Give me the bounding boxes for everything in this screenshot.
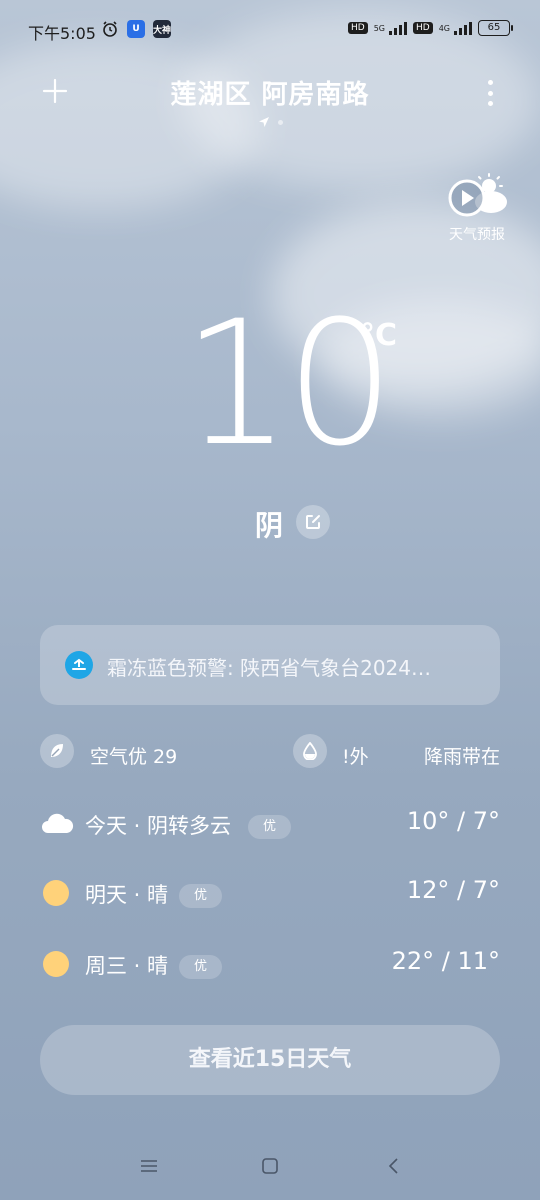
day-label: 明天 · 晴 [85, 883, 169, 907]
edit-icon [306, 515, 320, 529]
edit-condition-button[interactable] [296, 505, 330, 539]
back-icon [388, 1158, 398, 1174]
current-temperature: 10 [182, 283, 395, 484]
fifteen-day-forecast-button[interactable]: 查看近15日天气 [40, 1025, 500, 1095]
network-type-label: 4G [438, 23, 450, 33]
more-dot [487, 80, 493, 85]
network-type-label: 5G [373, 23, 385, 33]
daily-forecast-row[interactable]: 周三 · 晴 优 22° / 11° [40, 945, 500, 985]
battery-icon: 65 [478, 20, 513, 36]
day-label: 今天 · 阴转多云 [85, 814, 232, 838]
signal-icon [389, 21, 407, 35]
location-title[interactable]: 莲湖区 阿房南路 [0, 74, 540, 111]
alert-text: 霜冻蓝色预警: 陕西省气象台2024… [107, 656, 431, 680]
app-dashen-icon: 大神 [153, 20, 171, 38]
metrics-row: 空气优 29 !外 降雨带在 [40, 734, 500, 772]
sun-icon [43, 951, 69, 977]
aqi-badge: 优 [248, 815, 292, 839]
rain-text[interactable]: 降雨带在 [424, 742, 500, 769]
weather-alert-banner[interactable]: 霜冻蓝色预警: 陕西省气象台2024… [40, 625, 500, 705]
air-quality-text[interactable]: 空气优 29 [90, 742, 177, 769]
temperature-unit: °C [360, 318, 398, 353]
app-notification-icon: U [127, 20, 145, 38]
status-bar: 下午5:05 U 大神 HD 5G HD 4G 65 [0, 0, 540, 62]
alert-icon [65, 651, 93, 679]
hd-badge: HD [413, 22, 433, 34]
signal-icon [454, 21, 472, 35]
more-dot [487, 101, 493, 106]
weather-condition: 阴 [255, 509, 284, 542]
aqi-badge: 优 [179, 884, 223, 908]
aqi-badge: 优 [179, 955, 223, 979]
home-nav-button[interactable] [255, 1152, 285, 1180]
hd-badge: HD [348, 22, 368, 34]
weather-forecast-label: 天气预报 [449, 227, 505, 243]
daily-forecast-row[interactable]: 今天 · 阴转多云 优 10° / 7° [40, 805, 500, 845]
play-weather-icon [448, 173, 507, 217]
alarm-icon [103, 21, 117, 37]
uv-text[interactable]: !外 [342, 742, 369, 769]
sun-icon [43, 880, 69, 906]
menu-icon [141, 1160, 157, 1172]
day-temperature-range: 12° / 7° [406, 876, 500, 904]
humidity-drop-icon [293, 734, 327, 768]
day-temperature-range: 22° / 11° [391, 947, 500, 975]
daily-forecast-row[interactable]: 明天 · 晴 优 12° / 7° [40, 874, 500, 914]
day-label: 周三 · 晴 [85, 954, 169, 978]
page-indicator [0, 116, 540, 128]
location-arrow-icon [258, 117, 269, 127]
more-dot [487, 90, 493, 96]
menu-nav-button[interactable] [134, 1152, 164, 1180]
back-nav-button[interactable] [378, 1152, 408, 1180]
page-dot [277, 119, 283, 125]
more-options-button[interactable] [480, 80, 500, 106]
home-square-icon [262, 1158, 278, 1174]
cloud-icon [42, 813, 74, 833]
leaf-icon [40, 734, 74, 768]
system-navigation-bar [0, 1130, 540, 1200]
weather-forecast-video-button[interactable]: 天气预报 [442, 172, 512, 244]
status-time: 下午5:05 [28, 24, 96, 43]
day-temperature-range: 10° / 7° [406, 807, 500, 835]
